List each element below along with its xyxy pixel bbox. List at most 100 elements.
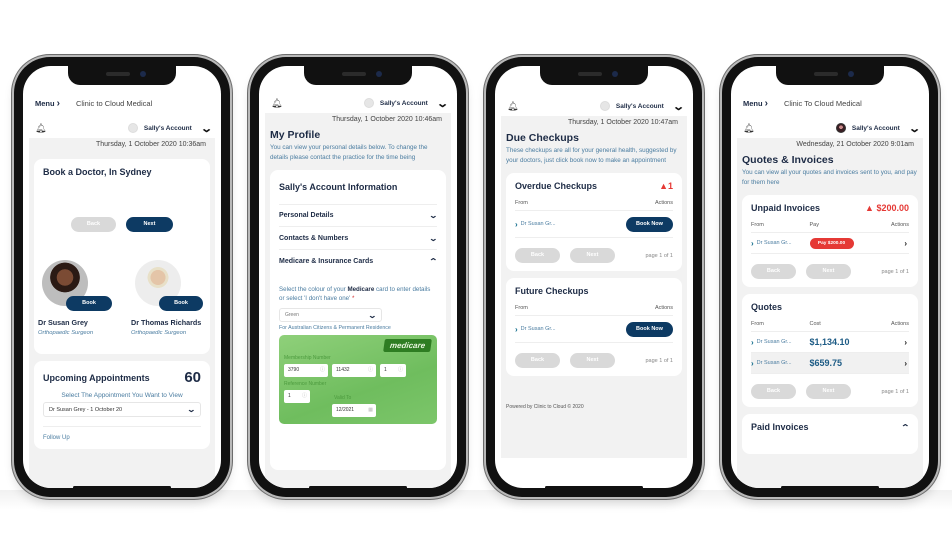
next-button[interactable]: Next <box>806 264 851 279</box>
page-title: Quotes & Invoices <box>742 154 834 166</box>
pager: Back Next page 1 of 1 <box>515 353 673 368</box>
doctor-specialty: Orthopaedic Surgeon <box>38 330 94 336</box>
follow-up-label[interactable]: Follow Up <box>43 426 201 441</box>
from-cell[interactable]: › Dr Susan Gr... <box>751 239 810 248</box>
chevron-right-icon: › <box>751 358 754 368</box>
account-row: 🔔︎ Sally's Account ⌄ <box>495 96 693 116</box>
back-button[interactable]: Back <box>71 217 116 232</box>
phone-my-profile: 🔔︎ Sally's Account ⌄ Thursday, 1 October… <box>250 57 466 497</box>
chevron-right-icon: › <box>515 324 518 334</box>
accordion-personal-details[interactable]: Personal Details ⌄ <box>279 204 438 227</box>
card-colour-value: Green <box>285 312 299 318</box>
clinic-name: Clinic To Cloud Medical <box>783 98 862 108</box>
menu-label: Menu <box>35 98 55 108</box>
pager: Back Next page 1 of 1 <box>515 248 673 263</box>
menu-button[interactable]: Menu › <box>35 98 60 109</box>
pager: Back Next page 1 of 1 <box>751 384 909 399</box>
next-button[interactable]: Next <box>126 217 173 232</box>
back-button[interactable]: Back <box>751 264 796 279</box>
account-info-card: Sally's Account Information Personal Det… <box>270 170 446 470</box>
back-button[interactable]: Back <box>751 384 796 399</box>
bell-icon[interactable]: 🔔︎ <box>35 123 46 133</box>
info-icon: ⓘ <box>319 367 325 373</box>
quote-cost: $659.75 <box>809 358 843 368</box>
page-description: You can view all your quotes and invoice… <box>742 169 917 186</box>
main-content: Thursday, 1 October 2020 10:36am Book a … <box>29 138 215 488</box>
bell-icon[interactable]: 🔔︎ <box>507 101 518 111</box>
next-button[interactable]: Next <box>570 353 615 368</box>
appointment-select[interactable]: Dr Susan Grey - 1 October 20 ⌄ <box>43 402 201 417</box>
membership-label: Membership Number <box>284 355 331 361</box>
appointments-title: Upcoming Appointments <box>43 372 150 383</box>
chevron-down-icon[interactable]: ⌄ <box>200 122 213 135</box>
next-button[interactable]: Next <box>570 248 615 263</box>
reference-field[interactable]: 1 ⓘ <box>284 390 310 403</box>
from-cell[interactable]: › Dr Susan Gr... <box>515 325 556 334</box>
table-row: › Dr Susan Gr... Book Now <box>515 211 673 238</box>
chevron-right-icon[interactable]: › <box>868 359 909 368</box>
avatar <box>835 123 846 133</box>
account-name[interactable]: Sally's Account <box>616 103 664 110</box>
back-button[interactable]: Back <box>515 353 560 368</box>
page-info: page 1 of 1 <box>881 388 909 395</box>
phone-book-doctor: Menu › Clinic to Cloud Medical 🔔︎ Sally'… <box>14 57 230 497</box>
chevron-down-icon[interactable]: ⌄ <box>908 122 921 135</box>
menu-button[interactable]: Menu › <box>743 98 768 109</box>
chevron-right-icon[interactable]: › <box>868 239 909 248</box>
book-now-button[interactable]: Book Now <box>626 321 673 337</box>
paid-invoices-card[interactable]: Paid Invoices ⌃ <box>742 414 918 454</box>
book-button[interactable]: Book <box>66 296 112 311</box>
phone-quotes-invoices: Menu › Clinic To Cloud Medical 🔔︎ Sally'… <box>722 57 938 497</box>
page-info: page 1 of 1 <box>881 268 909 275</box>
page-description: You can view your personal details below… <box>270 144 428 161</box>
table-header: From Pay Actions <box>751 222 909 233</box>
info-icon: ⓘ <box>301 393 307 399</box>
membership-field-3[interactable]: 1 ⓘ <box>380 364 406 377</box>
chevron-right-icon[interactable]: › <box>868 338 909 347</box>
chevron-down-icon: ⌄ <box>428 233 439 243</box>
appointments-subtitle: Select The Appointment You Want to View <box>61 392 183 399</box>
account-name[interactable]: Sally's Account <box>144 125 192 132</box>
top-bar: Menu › Clinic To Cloud Medical <box>731 88 929 118</box>
future-title: Future Checkups <box>515 286 589 296</box>
page-info: page 1 of 1 <box>645 252 673 259</box>
accordion-medicare-insurance[interactable]: Medicare & Insurance Cards ⌃ <box>279 250 438 273</box>
phone-notch <box>540 66 648 85</box>
membership-field-2[interactable]: 11432 ⓘ <box>332 364 376 377</box>
chevron-down-icon[interactable]: ⌄ <box>672 100 685 113</box>
bell-icon[interactable]: 🔔︎ <box>743 123 754 133</box>
membership-field-1[interactable]: 3790 ⓘ <box>284 364 328 377</box>
from-cell[interactable]: › Dr Susan Gr... <box>751 338 810 347</box>
chevron-right-icon: › <box>56 97 60 109</box>
book-doctor-title: Book a Doctor, In Sydney <box>43 167 152 177</box>
accordion-label: Contacts & Numbers <box>279 234 349 242</box>
doctor-card: Book Dr Susan Grey Orthopaedic Surgeon <box>38 260 128 336</box>
chevron-down-icon[interactable]: ⌄ <box>436 97 449 110</box>
chevron-right-icon: › <box>764 97 768 109</box>
next-button[interactable]: Next <box>806 384 851 399</box>
table-header: From Actions <box>515 305 673 316</box>
home-indicator <box>309 486 407 489</box>
book-now-button[interactable]: Book Now <box>626 216 673 232</box>
chevron-up-icon[interactable]: ⌃ <box>901 423 910 432</box>
overdue-alert: ▲1 <box>659 181 673 191</box>
pay-button[interactable]: Pay $200.00 <box>809 237 854 249</box>
valid-to-field[interactable]: 12/2021 ▦ <box>332 404 376 417</box>
accordion-contacts-numbers[interactable]: Contacts & Numbers ⌄ <box>279 227 439 250</box>
appointment-select-value: Dr Susan Grey - 1 October 20 <box>49 406 123 413</box>
datetime: Wednesday, 21 October 2020 9:01am <box>796 141 914 148</box>
page-title: My Profile <box>270 129 321 141</box>
from-cell[interactable]: › Dr Susan Gr... <box>751 359 810 368</box>
card-colour-select[interactable]: Green ⌄ <box>279 308 382 322</box>
account-name[interactable]: Sally's Account <box>380 100 428 107</box>
book-button[interactable]: Book <box>159 296 203 311</box>
future-checkups-card: Future Checkups From Actions › Dr Susan Gr… <box>506 278 682 376</box>
page-info: page 1 of 1 <box>645 357 673 364</box>
main-content: Thursday, 1 October 2020 10:46am My Prof… <box>265 113 451 488</box>
bell-icon[interactable]: 🔔︎ <box>271 98 282 108</box>
phone-notch <box>776 66 884 85</box>
back-button[interactable]: Back <box>515 248 560 263</box>
account-name[interactable]: Sally's Account <box>852 125 900 132</box>
phone-screen: Menu › Clinic to Cloud Medical 🔔︎ Sally'… <box>23 66 221 488</box>
from-cell[interactable]: › Dr Susan Gr... <box>515 220 556 229</box>
